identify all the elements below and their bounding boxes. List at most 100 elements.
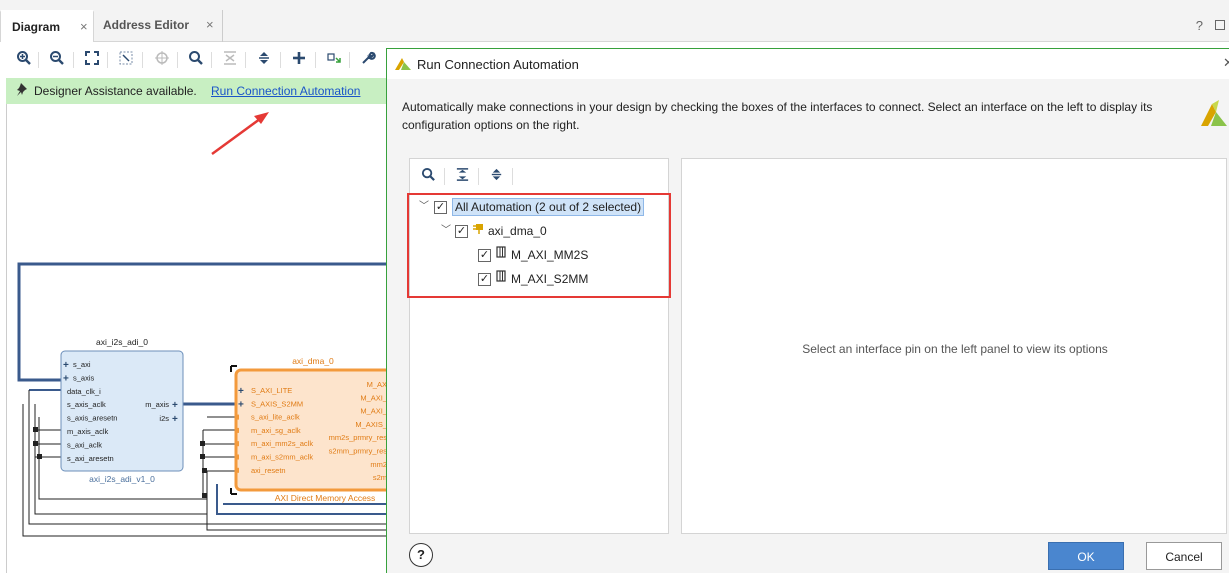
ok-button[interactable]: OK	[1048, 542, 1124, 570]
dma-port-label: s2m	[373, 473, 387, 482]
axi-dma-checkbox[interactable]: ✓	[455, 225, 468, 238]
designer-assistance-text: Designer Assistance available.	[34, 84, 197, 98]
wrench-icon[interactable]	[358, 50, 378, 70]
make-external-icon[interactable]	[324, 50, 344, 70]
toolbar-separator	[280, 52, 281, 68]
zoom-out-icon[interactable]	[47, 50, 67, 70]
dma-port-label: m_axi_mm2s_aclk	[251, 439, 313, 448]
expand-all-icon[interactable]	[487, 167, 505, 185]
run-connection-automation-link[interactable]: Run Connection Automation	[211, 84, 360, 98]
close-icon[interactable]: ×	[206, 10, 214, 40]
dma-port-label: axi_resetn	[251, 466, 286, 475]
ip-block-icon	[473, 221, 485, 241]
interface-icon	[495, 245, 507, 265]
dma-port-label: m_axi_sg_aclk	[251, 426, 301, 435]
zoom-in-icon[interactable]	[14, 50, 34, 70]
tab-address-editor[interactable]: Address Editor ×	[95, 10, 223, 42]
tree-item-m-axi-mm2s[interactable]: ✓ M_AXI_MM2S	[410, 245, 668, 265]
close-icon[interactable]: ✕	[1223, 55, 1229, 71]
expand-all-icon[interactable]	[254, 50, 274, 70]
i2s-module-label: axi_i2s_adi_v1_0	[89, 474, 155, 484]
toolbar-separator	[349, 52, 350, 68]
toolbar-separator	[177, 52, 178, 68]
tab-diagram-label: Diagram	[12, 20, 61, 34]
toolbar-separator	[38, 52, 39, 68]
tab-address-editor-label: Address Editor	[103, 18, 190, 32]
zoom-fit-icon[interactable]	[82, 50, 102, 70]
dma-port-label: M_AX	[367, 380, 387, 389]
axi-dma-block[interactable]: axi_dma_0 AXI Direct Memory Access + S_AX…	[230, 356, 387, 503]
all-automation-checkbox[interactable]: ✓	[434, 201, 447, 214]
search-icon[interactable]	[186, 50, 206, 70]
dialog-title: Run Connection Automation	[417, 57, 579, 72]
dma-port-label: M_AXI_	[360, 393, 387, 402]
i2s-port-label: s_axi_aclk	[67, 440, 102, 449]
port-pin	[235, 454, 239, 460]
block-diagram: axi_i2s_adi_0 axi_i2s_adi_v1_0 + s_axi + s_…	[17, 112, 387, 537]
help-icon[interactable]: ?	[1196, 18, 1203, 33]
i2s-instance-label: axi_i2s_adi_0	[96, 337, 148, 347]
dma-module-label: AXI Direct Memory Access	[275, 493, 376, 503]
axi-i2s-block[interactable]: axi_i2s_adi_0 axi_i2s_adi_v1_0 + s_axi + s_…	[60, 337, 184, 484]
i2s-port-label: s_axis	[73, 373, 95, 382]
chevron-down-icon[interactable]: ﹀	[441, 221, 451, 241]
maximize-icon[interactable]	[1215, 20, 1225, 30]
designer-assistance-bar: Designer Assistance available. Run Conne…	[6, 78, 386, 104]
tree-item-m-axi-s2mm[interactable]: ✓ M_AXI_S2MM	[410, 269, 668, 289]
dma-port-label: s_axi_lite_aclk	[251, 413, 300, 422]
help-button[interactable]: ?	[409, 543, 433, 567]
dialog-title-bar: Run Connection Automation ✕	[387, 49, 1229, 79]
cancel-button[interactable]: Cancel	[1146, 542, 1222, 570]
tab-diagram[interactable]: Diagram ×	[0, 10, 94, 42]
i2s-port-label: s_axis_aclk	[67, 400, 106, 409]
automation-tree-panel: ﹀ ✓ All Automation (2 out of 2 selected)…	[407, 158, 671, 534]
m-axi-mm2s-checkbox[interactable]: ✓	[478, 249, 491, 262]
dma-port-label: m_axi_s2mm_aclk	[251, 453, 313, 462]
dma-port-label: mm2	[370, 460, 387, 469]
diagram-toolbar	[0, 43, 386, 76]
toolbar-separator	[512, 168, 513, 185]
expand-port-icon[interactable]: +	[238, 386, 244, 397]
chevron-down-icon[interactable]: ﹀	[419, 197, 429, 217]
zoom-area-icon[interactable]	[116, 50, 136, 70]
toolbar-separator	[444, 168, 445, 185]
pin-icon	[16, 82, 28, 99]
add-ip-icon[interactable]	[289, 50, 309, 70]
tab-bar: Diagram × Address Editor × ?	[0, 0, 1229, 42]
interface-icon	[495, 269, 507, 289]
toolbar-separator	[73, 52, 74, 68]
i2s-port-label: m_axis_aclk	[67, 427, 109, 436]
port-pin	[235, 414, 239, 420]
m-axi-s2mm-checkbox[interactable]: ✓	[478, 273, 491, 286]
crosshair-icon[interactable]	[152, 50, 172, 70]
expand-port-icon[interactable]: +	[172, 414, 178, 425]
options-placeholder-text: Select an interface pin on the left pane…	[802, 342, 1108, 356]
port-pin	[235, 427, 239, 433]
tree-item-label: All Automation (2 out of 2 selected)	[452, 198, 645, 216]
tree-item-all-automation[interactable]: ﹀ ✓ All Automation (2 out of 2 selected)	[410, 197, 668, 217]
toolbar-separator	[107, 52, 108, 68]
dma-port-label: s2mm_prmry_res	[329, 447, 387, 456]
red-arrow-annotation	[211, 112, 269, 156]
vivado-logo-icon	[1199, 98, 1229, 131]
vivado-window: Diagram × Address Editor × ? Designer As…	[0, 0, 1229, 573]
toolbar-separator	[211, 52, 212, 68]
collapse-all-icon[interactable]	[220, 50, 240, 70]
tree-item-label: axi_dma_0	[488, 224, 547, 238]
tree-item-label: M_AXI_S2MM	[511, 272, 589, 286]
tree-item-label: M_AXI_MM2S	[511, 248, 589, 262]
diagram-canvas[interactable]: axi_i2s_adi_0 axi_i2s_adi_v1_0 + s_axi + s_…	[6, 104, 387, 573]
expand-port-icon[interactable]: +	[63, 373, 69, 384]
search-icon[interactable]	[419, 167, 437, 185]
tree-item-axi-dma[interactable]: ﹀ ✓ axi_dma_0	[410, 221, 668, 241]
toolbar-separator	[315, 52, 316, 68]
port-pin	[235, 441, 239, 447]
dma-port-label: M_AXIS_	[355, 420, 387, 429]
close-icon[interactable]: ×	[80, 12, 88, 42]
i2s-port-label: s_axi_aresetn	[67, 454, 114, 463]
port-pin	[235, 467, 239, 473]
expand-port-icon[interactable]: +	[172, 400, 178, 411]
expand-port-icon[interactable]: +	[63, 360, 69, 371]
collapse-all-icon[interactable]	[453, 167, 471, 185]
expand-port-icon[interactable]: +	[238, 399, 244, 410]
